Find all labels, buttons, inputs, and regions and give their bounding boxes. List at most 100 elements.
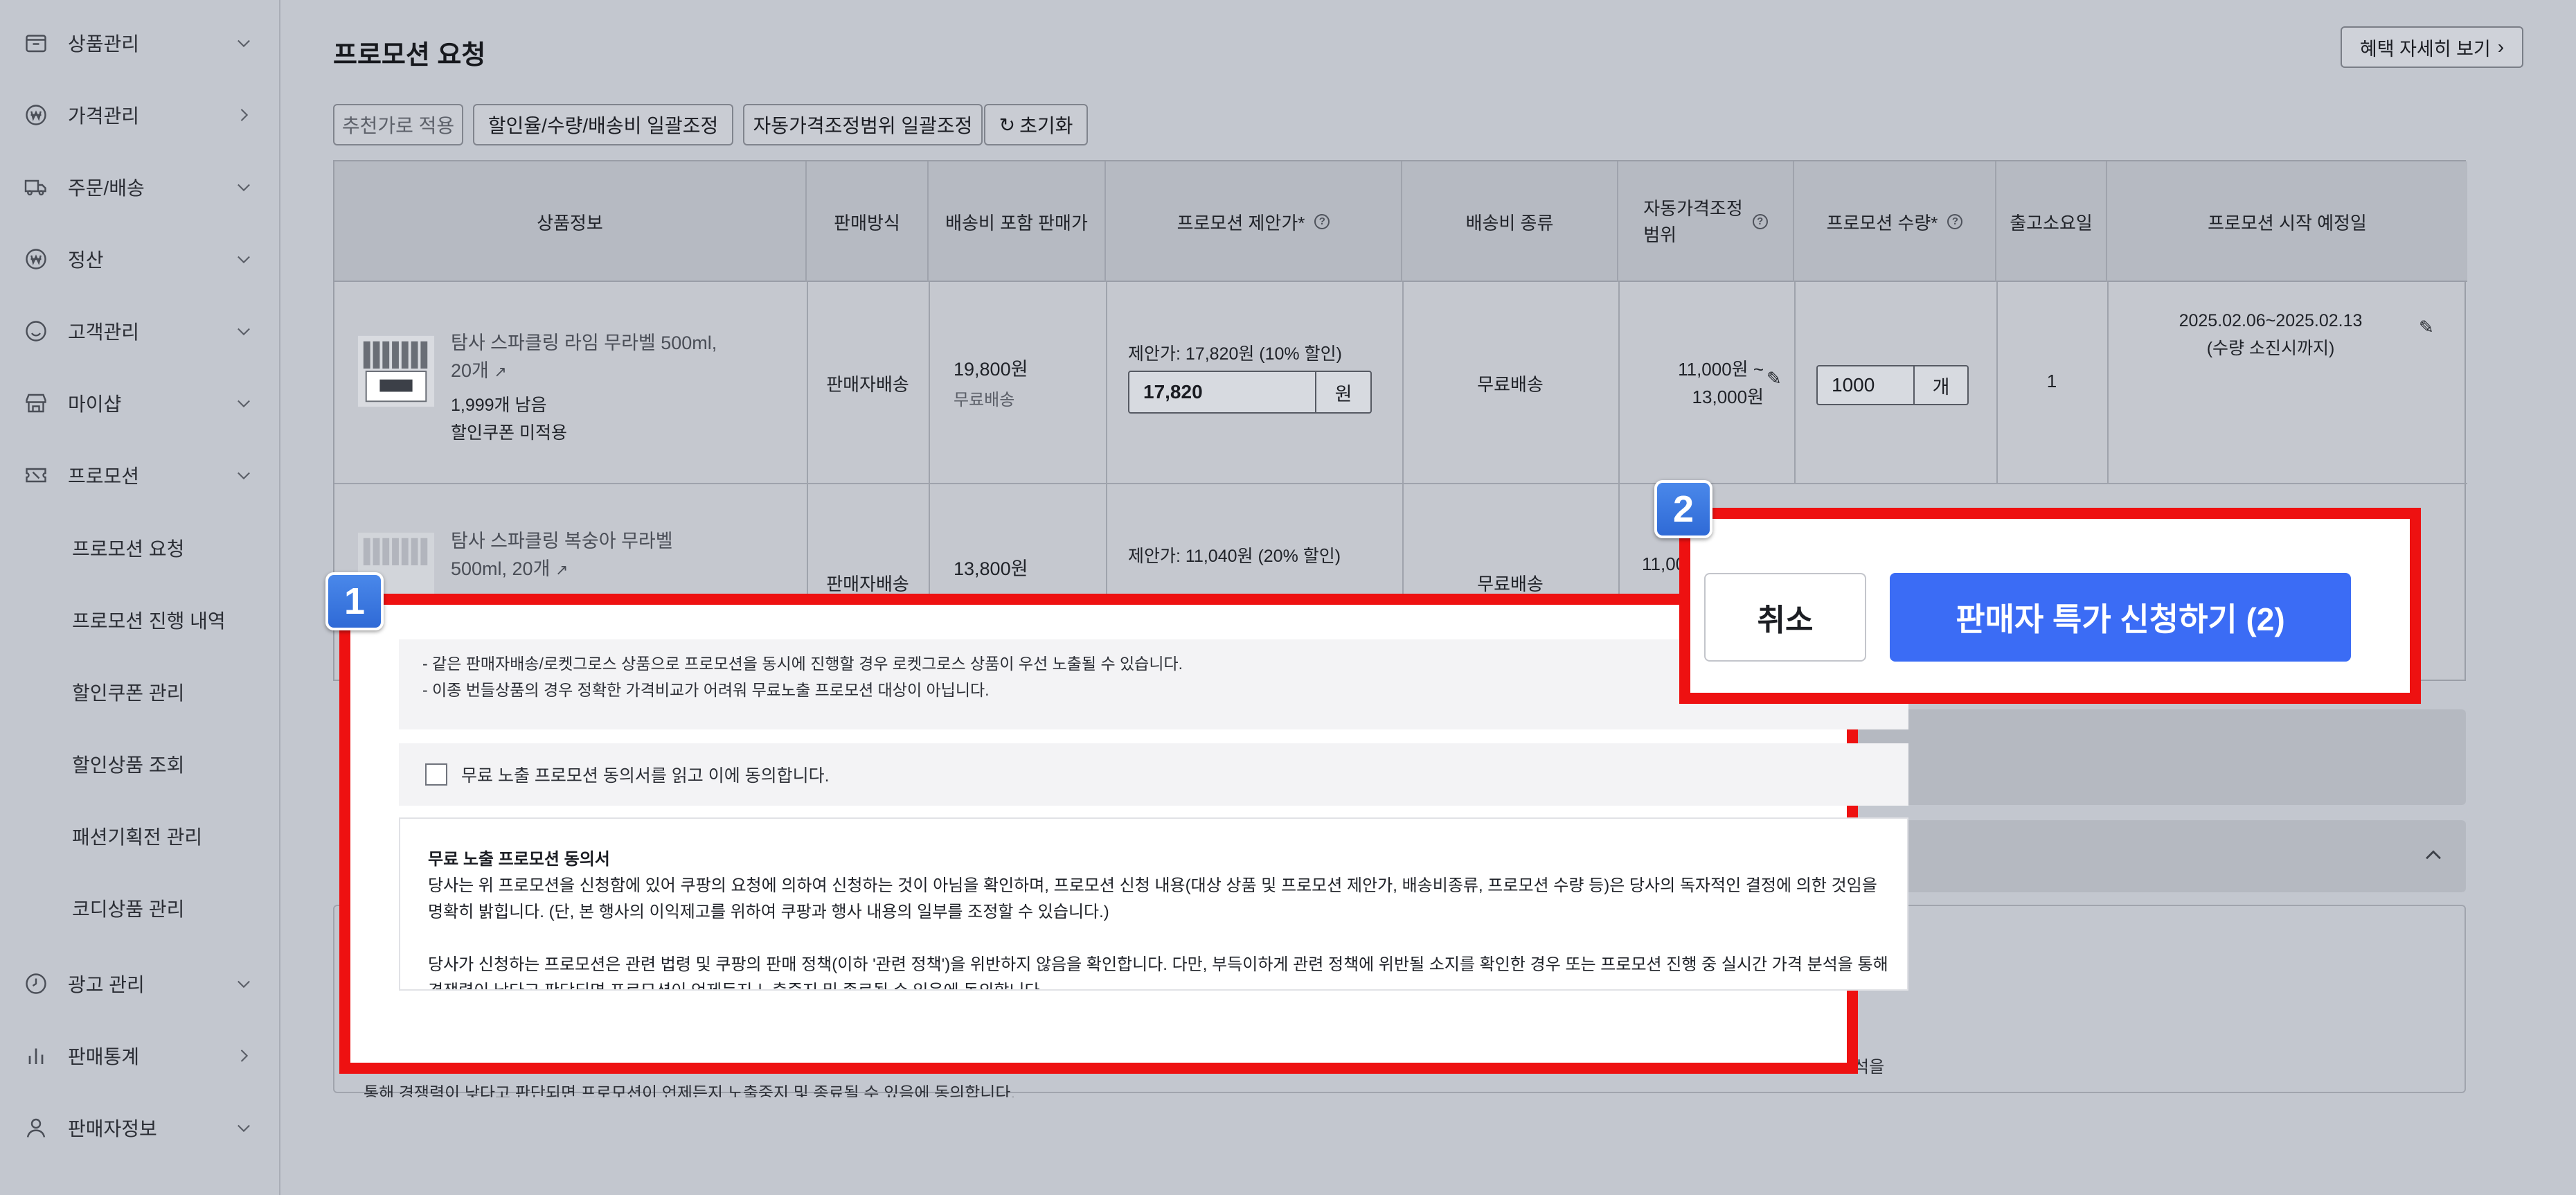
table-header: 상품정보 판매방식 배송비 포함 판매가 프로모션 제안가*? 배송비 종류 자…: [334, 161, 2467, 282]
sidebar-item-customer[interactable]: 고객관리: [0, 303, 280, 359]
agreement-paragraph: 당사가 신청하는 프로모션은 관련 법령 및 쿠팡의 판매 정책(이하 '관련 …: [428, 955, 1888, 989]
col-auto-range: 자동가격조정 범위?: [1618, 161, 1794, 282]
col-method: 판매방식: [807, 161, 929, 282]
chevron-right-icon: ›: [2497, 36, 2505, 57]
agreement-document[interactable]: 무료 노출 프로모션 동의서 당사는 위 프로모션을 신청함에 있어 쿠팡의 요…: [399, 817, 1908, 991]
col-auto-range-label-2: 범위: [1643, 224, 1677, 245]
quantity-unit: 개: [1913, 366, 1967, 404]
price-incl-shipping: 19,800원: [954, 359, 1028, 380]
sale-method: 판매자배송: [826, 374, 909, 395]
col-shipping-type: 배송비 종류: [1402, 161, 1618, 282]
shipping-type: 무료배송: [1477, 574, 1544, 594]
pencil-edit-icon[interactable]: ✎: [1766, 368, 1782, 389]
step-badge-2: 2: [1654, 480, 1712, 538]
agreement-callout: - 같은 판매자배송/로켓그로스 상품으로 프로모션을 동시에 진행할 경우 로…: [339, 594, 1908, 1074]
step-badge-1: 1: [325, 572, 384, 630]
agree-checkbox-row[interactable]: 무료 노출 프로모션 동의서를 읽고 이에 동의합니다.: [399, 743, 1908, 806]
benefit-detail-button[interactable]: 혜택 자세히 보기 ›: [2341, 26, 2523, 68]
sidebar-item-label: 판매통계: [68, 1046, 140, 1068]
apply-seller-special-button[interactable]: 판매자 특가 신청하기 (2): [1890, 573, 2351, 662]
quantity-input[interactable]: 1000 개: [1816, 365, 1969, 405]
bulk-auto-range-button[interactable]: 자동가격조정범위 일괄조정: [743, 104, 983, 145]
help-icon[interactable]: ?: [1947, 214, 1963, 229]
sidebar: 상품관리 가격관리 주문/배송 정산 고객관리 마이샵 프로모션 프로모션 요청…: [0, 0, 280, 1195]
sidebar-subitem-promotion-request[interactable]: 프로모션 요청: [72, 534, 184, 562]
pencil-edit-icon[interactable]: ✎: [2419, 317, 2434, 338]
chevron-down-icon: [234, 1118, 253, 1138]
sidebar-item-label: 광고 관리: [68, 974, 145, 995]
agree-checkbox-label: 무료 노출 프로모션 동의서를 읽고 이에 동의합니다.: [461, 766, 830, 786]
sidebar-item-product[interactable]: 상품관리: [0, 15, 280, 71]
table-row: 탐사 스파클링 라임 무라벨 500ml, 20개 ↗ 1,999개 남음 할인…: [334, 282, 2467, 484]
sidebar-item-stats[interactable]: 판매통계: [0, 1028, 280, 1083]
sidebar-item-seller-info[interactable]: 판매자정보: [0, 1100, 280, 1156]
truck-icon: [24, 175, 48, 200]
sidebar-item-settlement[interactable]: 정산: [0, 231, 280, 287]
sidebar-subitem-coupon[interactable]: 할인쿠폰 관리: [72, 678, 184, 706]
price-incl-shipping: 13,800원: [954, 558, 1028, 579]
proposal-label: 제안가: 17,820원 (10% 할인): [1128, 344, 1342, 364]
chevron-down-icon: [234, 974, 253, 993]
chevron-down-icon: [234, 393, 253, 413]
stock-remaining: 1,999개 남음: [451, 396, 547, 415]
smile-icon: [24, 319, 48, 344]
recommend-price-button[interactable]: 추천가로 적용: [333, 104, 463, 145]
shipping-type: 무료배송: [1477, 374, 1544, 395]
chevron-down-icon: [234, 321, 253, 341]
chevron-right-icon: [234, 1046, 253, 1065]
proposal-price-unit: 원: [1315, 372, 1370, 412]
external-link-icon[interactable]: ↗: [555, 561, 568, 578]
proposal-price-value[interactable]: 17,820: [1129, 381, 1315, 403]
proposal-price-input[interactable]: 17,820 원: [1128, 371, 1372, 414]
won-coin-icon: [24, 247, 48, 272]
help-icon[interactable]: ?: [1314, 214, 1330, 229]
sidebar-item-ads[interactable]: 광고 관리: [0, 956, 280, 1011]
col-lead: 출고소요일: [1996, 161, 2107, 282]
sidebar-item-label: 정산: [68, 249, 104, 271]
product-thumbnail[interactable]: [355, 330, 437, 412]
col-qty: 프로모션 수량*?: [1794, 161, 1996, 282]
action-callout: 취소 판매자 특가 신청하기 (2): [1679, 508, 2421, 704]
start-date-range: 2025.02.06~2025.02.13: [2179, 311, 2363, 330]
agree-checkbox[interactable]: [425, 763, 447, 786]
box-icon: [24, 30, 48, 55]
product-name[interactable]: 탐사 스파클링 라임 무라벨 500ml, 20개 ↗: [451, 329, 742, 386]
product-name-line-2: 500ml, 20개: [451, 558, 551, 579]
clock-icon: [24, 971, 48, 996]
reset-button[interactable]: ↻ 초기화: [984, 104, 1088, 145]
shop-icon: [24, 391, 48, 416]
help-icon[interactable]: ?: [1752, 214, 1768, 229]
price-shipping-note: 무료배송: [954, 391, 1015, 409]
chevron-up-icon[interactable]: [2422, 844, 2445, 867]
sidebar-subitem-coordi[interactable]: 코디상품 관리: [72, 894, 184, 922]
won-coin-icon: [24, 103, 48, 127]
col-start: 프로모션 시작 예정일: [2208, 212, 2367, 233]
external-link-icon[interactable]: ↗: [494, 363, 506, 380]
sidebar-item-order[interactable]: 주문/배송: [0, 159, 280, 215]
sale-method: 판매자배송: [826, 574, 909, 594]
sidebar-subitem-fashion[interactable]: 패션기획전 관리: [72, 822, 202, 850]
refresh-icon: ↻: [999, 114, 1016, 136]
sidebar-item-promotion[interactable]: 프로모션: [0, 448, 280, 503]
sidebar-subitem-discount-products[interactable]: 할인상품 조회: [72, 750, 184, 778]
bar-chart-icon: [24, 1043, 48, 1068]
sidebar-item-myshop[interactable]: 마이샵: [0, 375, 280, 431]
product-name-line-1: 탐사 스파클링 라임 무라벨 500ml,: [451, 333, 717, 353]
reset-label: 초기화: [1019, 115, 1073, 136]
quantity-value[interactable]: 1000: [1818, 374, 1913, 396]
sidebar-item-label: 상품관리: [68, 33, 140, 55]
bulk-discount-button[interactable]: 할인율/수량/배송비 일괄조정: [473, 104, 733, 145]
sidebar-item-price[interactable]: 가격관리: [0, 87, 280, 143]
sidebar-item-label: 마이샵: [68, 393, 122, 415]
sidebar-subitem-promotion-history[interactable]: 프로모션 진행 내역: [72, 606, 226, 634]
auto-range-max: 13,000원: [1692, 387, 1764, 407]
start-date-note: (수량 소진시까지): [2206, 339, 2335, 358]
product-name[interactable]: 탐사 스파클링 복숭아 무라벨 500ml, 20개 ↗: [451, 527, 742, 584]
sidebar-item-label: 가격관리: [68, 105, 140, 127]
coupon-status: 할인쿠폰 미적용: [451, 423, 567, 443]
cancel-button[interactable]: 취소: [1704, 573, 1866, 662]
sidebar-item-label: 프로모션: [68, 466, 140, 487]
agreement-accordion-header[interactable]: [1854, 820, 2466, 892]
chevron-down-icon: [234, 249, 253, 269]
col-proposal-label: 프로모션 제안가*: [1177, 212, 1305, 233]
